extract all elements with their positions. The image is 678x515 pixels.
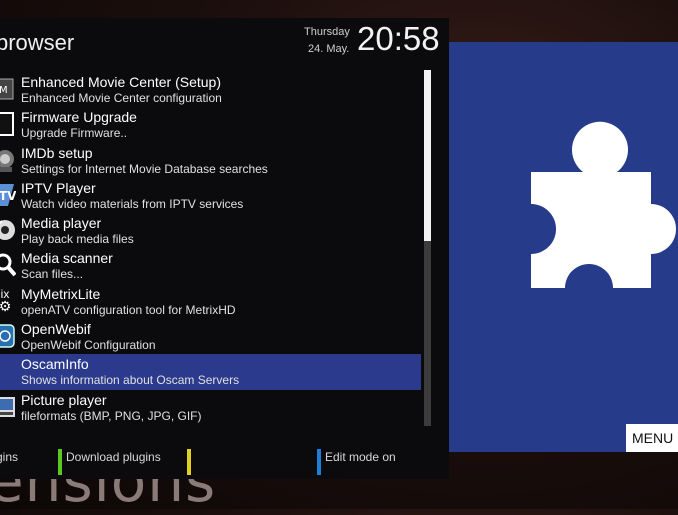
plugin-item-media-scanner[interactable]: Media scanner Scan files... [0,248,421,283]
plugin-name: OscamInfo [21,356,89,373]
plugin-description: Settings for Internet Movie Database sea… [21,161,268,176]
plugin-description: OpenWebif Configuration [21,338,156,353]
media-player-icon [0,215,16,245]
plugin-item-iptv-player[interactable]: TV IPTV Player Watch video materials fro… [0,178,421,213]
gear-icon: ⚙ [0,298,12,315]
page-title: browser [0,30,75,55]
openwebif-icon [0,321,16,351]
list-scrollbar[interactable] [424,70,431,426]
media-scanner-icon [0,250,16,280]
plugin-name: OpenWebif [21,321,91,338]
plugin-item-media-player[interactable]: Media player Play back media files [0,213,421,248]
oscam-icon [0,356,16,386]
blue-key-indicator [317,449,321,475]
plugin-description: Play back media files [21,232,134,247]
green-key-indicator [58,449,62,475]
plugin-item-firmware-upgrade[interactable]: Firmware Upgrade Upgrade Firmware.. [0,107,421,142]
scrollbar-thumb[interactable] [424,70,431,241]
plugin-item-mymetrixlite[interactable]: ix ⚙ MyMetrixLite openATV configuration … [0,284,421,319]
plugin-description: Upgrade Firmware.. [21,126,128,141]
plugin-name: MyMetrixLite [21,285,101,302]
svg-text:M: M [0,85,8,96]
plugin-description: openATV configuration tool for MetrixHD [21,302,236,317]
plugin-item-oscaminfo[interactable]: OscamInfo Shows information about Oscam … [0,354,421,390]
iptv-icon: TV [0,180,16,210]
weekday-label: Thursday [304,26,350,38]
plugin-item-picture-player[interactable]: Picture player fileformats (BMP, PNG, JP… [0,390,421,425]
plugin-description: Enhanced Movie Center configuration [21,91,222,105]
plugin-description: fileformats (BMP, PNG, JPG, GIF) [21,408,202,423]
clock: 20:58 [357,20,440,57]
edit-mode-button[interactable]: Edit mode on [325,450,396,464]
plugin-name: IMDb setup [21,144,93,161]
plugin-name: Picture player [21,391,107,408]
plugin-item-enhanced-movie-center[interactable]: M Enhanced Movie Center (Setup) Enhanced… [0,72,421,107]
plugin-name: Media scanner [21,250,113,267]
plugin-item-openwebif[interactable]: OpenWebif OpenWebif Configuration [0,319,421,354]
button-bar: gins Download plugins Edit mode on [0,448,449,478]
plugin-description: Scan files... [21,267,84,282]
svg-text:TV: TV [0,189,16,203]
plugin-name: IPTV Player [21,179,96,196]
yellow-key-indicator [187,449,191,475]
metrix-icon-text: ix [0,286,10,301]
plugin-name: Enhanced Movie Center (Setup) [21,74,221,90]
emc-icon: M [0,74,16,104]
metrix-icon: ix ⚙ [0,286,16,316]
plugin-description: Shows information about Oscam Servers [21,373,240,388]
plugin-preview-panel [449,42,678,452]
plugin-list: M Enhanced Movie Center (Setup) Enhanced… [0,72,421,425]
puzzle-piece-icon [531,121,677,288]
firmware-icon [0,109,16,139]
plugin-item-imdb-setup[interactable]: IMDb setup Settings for Internet Movie D… [0,143,421,178]
menu-button[interactable]: MENU [626,424,678,452]
plugin-description: Watch video materials from IPTV services [21,196,244,211]
red-button-label[interactable]: gins [0,450,18,464]
imdb-icon [0,145,16,175]
picture-player-icon [0,392,16,422]
download-plugins-button[interactable]: Download plugins [66,450,161,464]
date-label: 24. May. [308,43,350,55]
plugin-name: Firmware Upgrade [21,109,137,126]
plugin-name: Media player [21,215,102,232]
